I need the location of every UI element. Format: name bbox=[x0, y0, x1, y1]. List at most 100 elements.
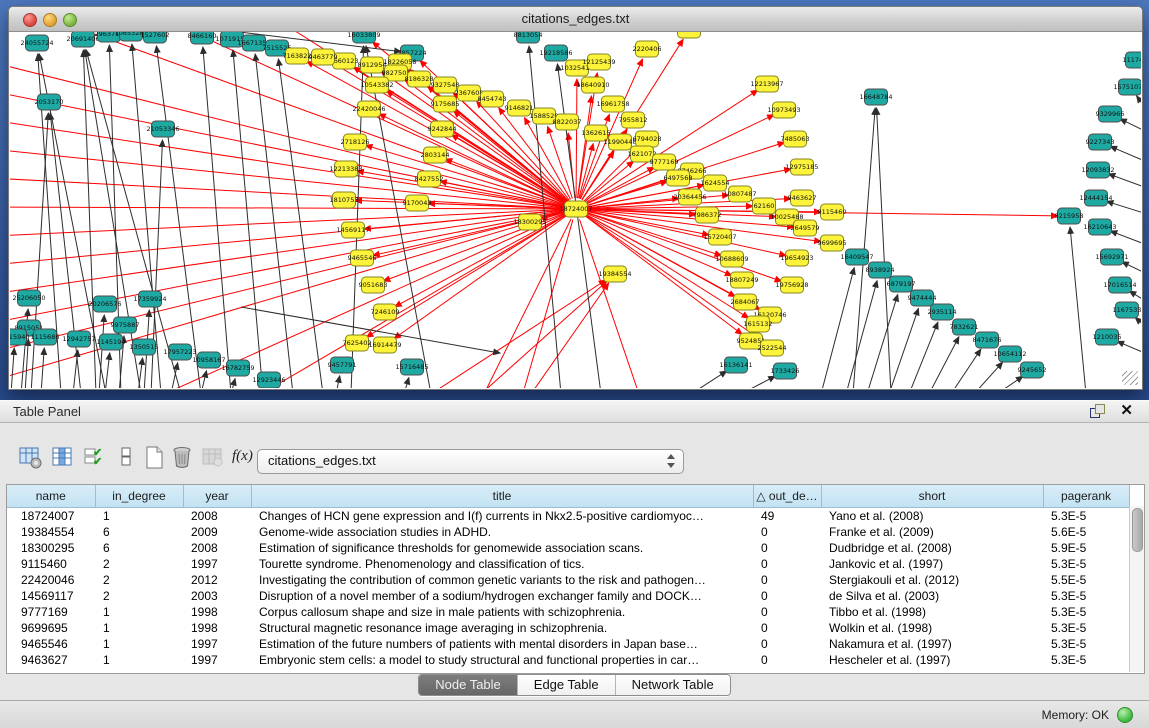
cell-short[interactable]: Franke et al. (2009) bbox=[821, 524, 1043, 540]
graph-node[interactable]: 20206576 bbox=[88, 296, 121, 312]
graph-node[interactable]: 1527602 bbox=[141, 32, 170, 43]
show-columns-icon[interactable] bbox=[50, 444, 76, 472]
cell-out_de[interactable]: 0 bbox=[753, 556, 821, 572]
graph-node[interactable]: 12213383 bbox=[329, 161, 362, 177]
cell-out_de[interactable]: 0 bbox=[753, 540, 821, 556]
cell-out_de[interactable]: 0 bbox=[753, 588, 821, 604]
graph-node[interactable]: 3915940 bbox=[10, 329, 29, 345]
table-row[interactable]: 1938455462009Genome-wide association stu… bbox=[7, 524, 1129, 540]
graph-node[interactable]: 7485063 bbox=[781, 131, 810, 147]
graph-node[interactable]: 16136141 bbox=[719, 357, 752, 373]
cell-pagerank[interactable]: 5.3E-5 bbox=[1043, 652, 1129, 668]
column-header-title[interactable]: title bbox=[251, 485, 753, 508]
table-mode-icon[interactable] bbox=[18, 444, 44, 472]
node-table[interactable]: namein_degreeyeartitle△ out_de…shortpage… bbox=[7, 485, 1130, 668]
graph-node[interactable]: 16914479 bbox=[368, 337, 401, 353]
cell-name[interactable]: 9699695 bbox=[7, 620, 95, 636]
graph-node[interactable]: 6794028 bbox=[633, 131, 662, 147]
graph-node[interactable]: 9329966 bbox=[1096, 106, 1125, 122]
cell-pagerank[interactable]: 5.3E-5 bbox=[1043, 636, 1129, 652]
cell-name[interactable]: 18724007 bbox=[7, 508, 95, 525]
cell-name[interactable]: 9465546 bbox=[7, 636, 95, 652]
cell-year[interactable]: 2008 bbox=[183, 540, 251, 556]
graph-node[interactable]: 9474444 bbox=[908, 290, 937, 306]
graph-node[interactable]: 18807249 bbox=[725, 272, 758, 288]
table-row[interactable]: 977716911998Corpus callosum shape and si… bbox=[7, 604, 1129, 620]
graph-node[interactable]: 16782759 bbox=[221, 360, 254, 376]
table-row[interactable]: 1830029562008Estimation of significance … bbox=[7, 540, 1129, 556]
graph-node[interactable]: 9175685 bbox=[431, 96, 460, 112]
cell-title[interactable]: Estimation of significance thresholds fo… bbox=[251, 540, 753, 556]
graph-node[interactable]: 15720407 bbox=[703, 229, 736, 245]
cell-year[interactable]: 1998 bbox=[183, 604, 251, 620]
graph-node[interactable]: 2935114 bbox=[928, 304, 957, 320]
graph-node[interactable]: 1624554 bbox=[701, 175, 730, 191]
cell-pagerank[interactable]: 5.3E-5 bbox=[1043, 588, 1129, 604]
table-row[interactable]: 1872400712008Changes of HCN gene express… bbox=[7, 508, 1129, 525]
column-header-in_degree[interactable]: in_degree bbox=[95, 485, 183, 508]
graph-node[interactable]: 2053170 bbox=[35, 94, 64, 110]
graph-node[interactable]: 12923446 bbox=[252, 372, 285, 388]
graph-node[interactable]: 21053346 bbox=[146, 121, 179, 137]
graph-node[interactable]: 10654112 bbox=[993, 346, 1026, 362]
tab-node-table[interactable]: Node Table bbox=[419, 675, 517, 695]
graph-node[interactable]: 8813054 bbox=[514, 32, 543, 43]
graph-node[interactable]: 8454743 bbox=[478, 91, 507, 107]
cell-short[interactable]: Tibbo et al. (1998) bbox=[821, 604, 1043, 620]
tab-network-table[interactable]: Network Table bbox=[615, 675, 730, 695]
cell-pagerank[interactable]: 5.9E-5 bbox=[1043, 540, 1129, 556]
graph-node[interactable]: 1210035 bbox=[1093, 329, 1122, 345]
graph-node[interactable]: 10973493 bbox=[767, 102, 800, 118]
cell-name[interactable]: 19384554 bbox=[7, 524, 95, 540]
graph-node[interactable]: 1615132 bbox=[744, 316, 773, 332]
graph-node[interactable]: 12942757 bbox=[62, 331, 95, 347]
graph-node[interactable]: 2718126 bbox=[341, 134, 370, 150]
table-row[interactable]: 969969511998Structural magnetic resonanc… bbox=[7, 620, 1129, 636]
graph-node[interactable]: 7163822 bbox=[283, 48, 312, 64]
cell-year[interactable]: 1997 bbox=[183, 636, 251, 652]
cell-in_degree[interactable]: 1 bbox=[95, 636, 183, 652]
graph-node[interactable]: 12444154 bbox=[1079, 190, 1112, 206]
cell-name[interactable]: 9463627 bbox=[7, 652, 95, 668]
graph-node[interactable]: 8186328 bbox=[405, 71, 434, 87]
graph-node[interactable]: 1117404 bbox=[1123, 52, 1141, 68]
graph-node[interactable]: 9463627 bbox=[788, 190, 817, 206]
graph-node[interactable]: 2803144 bbox=[421, 147, 450, 163]
cell-year[interactable]: 2003 bbox=[183, 588, 251, 604]
float-panel-icon[interactable] bbox=[1090, 404, 1105, 418]
cell-short[interactable]: Wolkin et al. (1998) bbox=[821, 620, 1043, 636]
cell-pagerank[interactable]: 5.3E-5 bbox=[1043, 508, 1129, 525]
graph-node[interactable]: 7625402 bbox=[343, 335, 372, 351]
graph-node[interactable]: 1350515 bbox=[130, 339, 159, 355]
graph-node[interactable]: 9227343 bbox=[1086, 134, 1115, 150]
cell-title[interactable]: Structural magnetic resonance image aver… bbox=[251, 620, 753, 636]
graph-node[interactable]: 17359924 bbox=[133, 291, 166, 307]
cell-in_degree[interactable]: 1 bbox=[95, 604, 183, 620]
cell-out_de[interactable]: 0 bbox=[753, 620, 821, 636]
cell-year[interactable]: 2008 bbox=[183, 508, 251, 525]
cell-in_degree[interactable]: 6 bbox=[95, 540, 183, 556]
graph-node[interactable]: 25206050 bbox=[12, 290, 45, 306]
column-header-short[interactable]: short bbox=[821, 485, 1043, 508]
cell-title[interactable]: Genome-wide association studies in ADHD. bbox=[251, 524, 753, 540]
graph-node[interactable]: 8471676 bbox=[973, 332, 1002, 348]
graph-node[interactable]: 12975185 bbox=[785, 159, 818, 175]
cell-name[interactable]: 9777169 bbox=[7, 604, 95, 620]
cell-short[interactable]: Dudbridge et al. (2008) bbox=[821, 540, 1043, 556]
graph-node[interactable]: 7955812 bbox=[619, 112, 648, 128]
column-header-out_de[interactable]: △ out_de… bbox=[753, 485, 821, 508]
cell-year[interactable]: 2012 bbox=[183, 572, 251, 588]
graph-node[interactable]: 7246109 bbox=[371, 304, 400, 320]
graph-node[interactable]: 8822037 bbox=[553, 114, 582, 130]
table-row[interactable]: 2242004622012Investigating the contribut… bbox=[7, 572, 1129, 588]
graph-node[interactable]: 10807487 bbox=[723, 186, 756, 202]
graph-node[interactable]: 9465546 bbox=[348, 250, 377, 266]
cell-year[interactable]: 1997 bbox=[183, 652, 251, 668]
graph-node[interactable]: 1167533 bbox=[1113, 302, 1141, 318]
graph-node[interactable]: 12093832 bbox=[1081, 162, 1114, 178]
cell-name[interactable]: 9115460 bbox=[7, 556, 95, 572]
cell-short[interactable]: Stergiakouli et al. (2012) bbox=[821, 572, 1043, 588]
graph-node[interactable]: 9777169 bbox=[650, 154, 679, 170]
cell-out_de[interactable]: 0 bbox=[753, 604, 821, 620]
graph-node[interactable]: 8938924 bbox=[866, 262, 895, 278]
